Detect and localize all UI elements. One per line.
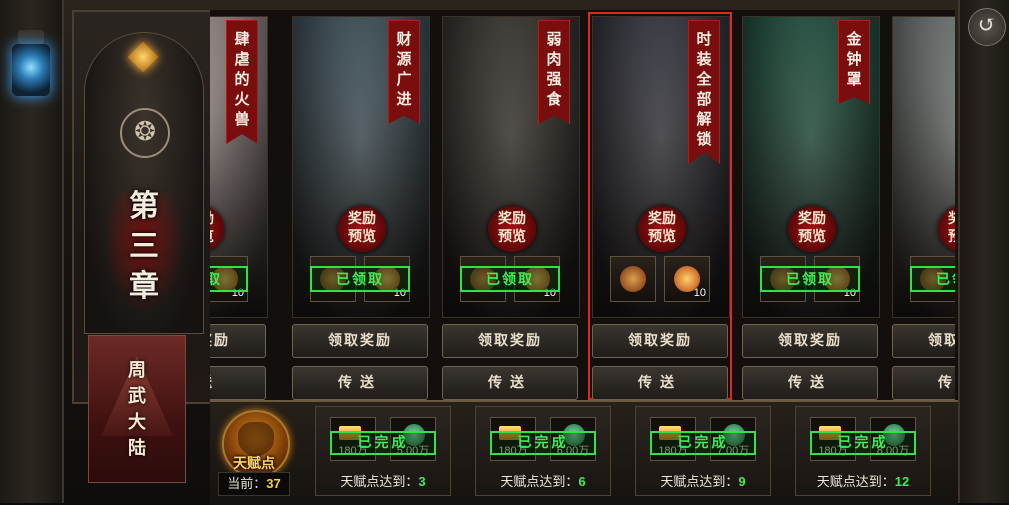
- item-quantity: 10: [693, 287, 706, 299]
- teleport-button[interactable]: 传送: [292, 366, 428, 400]
- stage-title-banner: 财源广进: [388, 20, 420, 124]
- claim-reward-button[interactable]: 领取奖励: [210, 324, 266, 358]
- claimed-stamp: 已领取: [310, 266, 410, 292]
- stage-title-banner: 金钟罩: [838, 20, 870, 104]
- reward-chest-icon[interactable]: [610, 256, 656, 302]
- claimed-stamp: 已领取: [210, 266, 248, 292]
- right-pillar: ↺: [958, 0, 1009, 503]
- completed-stamp: 已完成: [810, 431, 916, 455]
- chest-icon: [620, 266, 646, 292]
- reward-preview-button[interactable]: 奖励预览: [788, 206, 836, 252]
- reward-preview-button[interactable]: 奖励预览: [488, 206, 536, 252]
- region-name: 周 武 大 陆: [128, 360, 146, 459]
- completed-stamp: 已完成: [330, 431, 436, 455]
- claimed-stamp: 已领取: [910, 266, 955, 292]
- talent-milestone[interactable]: 180万 5.00万 已完成 天赋点达到：3: [315, 406, 451, 496]
- completed-stamp: 已完成: [650, 431, 756, 455]
- reward-scroll-icon[interactable]: 10: [664, 256, 710, 302]
- claim-reward-button[interactable]: 领取奖励: [442, 324, 578, 358]
- claimed-stamp: 已领取: [760, 266, 860, 292]
- claim-reward-button[interactable]: 领取奖励: [892, 324, 955, 358]
- current-talent-points: 当前：37: [218, 472, 290, 496]
- claimed-stamp: 已领取: [460, 266, 560, 292]
- stage-card[interactable]: 财源广进奖励 预览 10 已领取 领取奖励 传送: [292, 16, 430, 400]
- teleport-button[interactable]: 传送: [892, 366, 955, 400]
- milestone-condition: 天赋点达到：6: [500, 474, 586, 489]
- reward-preview-button[interactable]: 奖励预览: [338, 206, 386, 252]
- completed-stamp: 已完成: [490, 431, 596, 455]
- stage-title-banner: 肆虐的火兽: [226, 20, 258, 144]
- claim-reward-button[interactable]: 领取奖励: [292, 324, 428, 358]
- lantern-icon: [12, 44, 50, 96]
- teleport-button[interactable]: 传送: [442, 366, 578, 400]
- stage-title-banner: 时装全部解锁: [688, 20, 720, 164]
- stage-card[interactable]: 弱肉强食奖励 预览 10 已领取 领取奖励 传送: [442, 16, 580, 400]
- stage-card[interactable]: 奖励预览10已领取领取奖励传送: [892, 16, 955, 400]
- lantern-cap: [18, 30, 44, 44]
- stage-carousel[interactable]: 肆虐的火兽奖励预览10已领取领取奖励传送财源广进奖励预览10已领取领取奖励传送弱…: [210, 10, 955, 400]
- reward-preview-button[interactable]: 奖励预览: [210, 206, 224, 252]
- chapter-title: 第 三 章: [129, 189, 159, 304]
- stage-title-banner: 弱肉强食: [538, 20, 570, 124]
- stage-card[interactable]: 肆虐的火兽奖励预览10已领取领取奖励传送: [210, 16, 268, 400]
- chapter-emblem-icon: ❂: [120, 108, 170, 158]
- milestone-condition: 天赋点达到：3: [340, 474, 426, 489]
- stage-card[interactable]: 金钟罩奖励 预览 10 已领取 领取奖励 传送: [742, 16, 880, 400]
- talent-label: 天赋点: [233, 456, 275, 472]
- back-arrow-icon[interactable]: ↺: [968, 8, 1006, 46]
- stage-card[interactable]: 时装全部解锁奖励 预览 10 领取奖励传送: [588, 12, 732, 400]
- teleport-button[interactable]: 传送: [742, 366, 878, 400]
- teleport-button[interactable]: 传送: [210, 366, 266, 400]
- talent-milestone[interactable]: 180万 6.00万 已完成 天赋点达到：6: [475, 406, 611, 496]
- milestone-condition: 天赋点达到：9: [660, 474, 746, 489]
- talent-emblem: [238, 422, 274, 456]
- talent-milestone[interactable]: 180万 7.00万 已完成 天赋点达到：9: [635, 406, 771, 496]
- reward-preview-button[interactable]: 奖励预览: [938, 206, 955, 252]
- region-map-card[interactable]: 周 武 大 陆: [88, 335, 186, 483]
- left-pillar: [0, 0, 64, 503]
- claim-reward-button[interactable]: 领取奖励: [592, 324, 728, 358]
- milestone-condition: 天赋点达到：12: [816, 474, 910, 489]
- talent-milestone[interactable]: 180万 8.00万 已完成 天赋点达到：12: [795, 406, 931, 496]
- reward-preview-button[interactable]: 奖励预览: [638, 206, 686, 252]
- claim-reward-button[interactable]: 领取奖励: [742, 324, 878, 358]
- teleport-button[interactable]: 传送: [592, 366, 728, 400]
